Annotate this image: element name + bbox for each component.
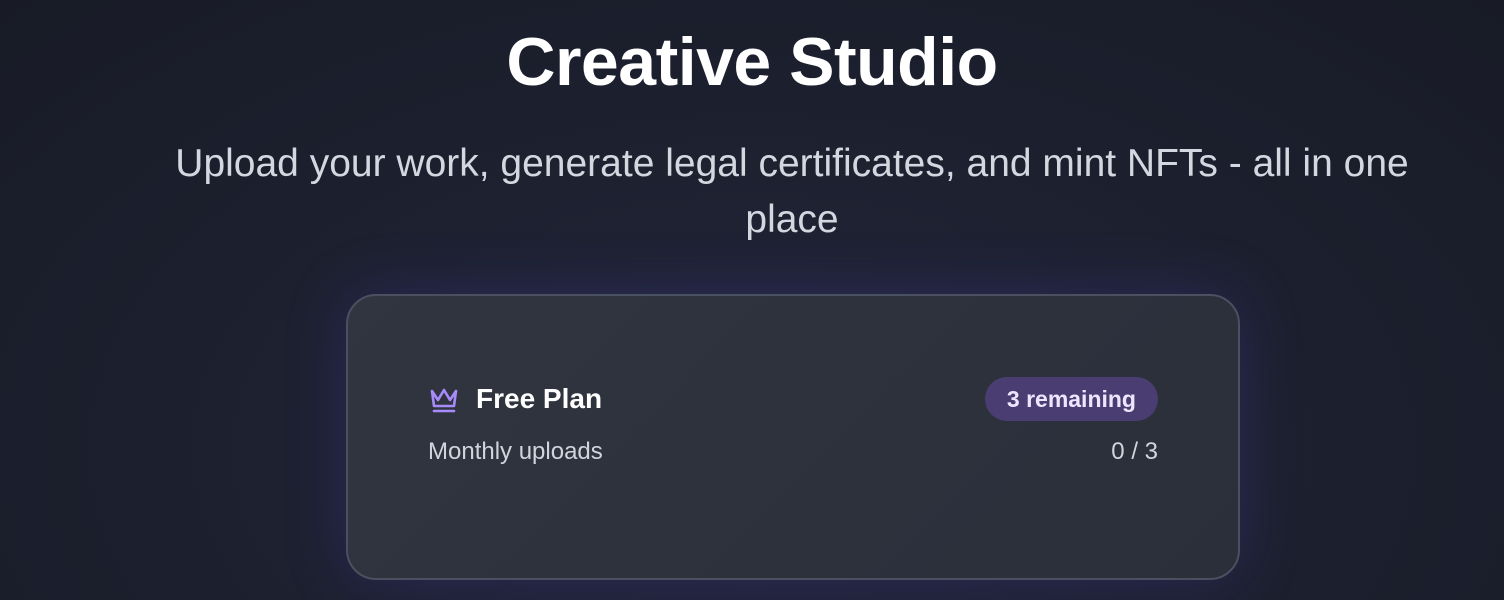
- plan-header: Free Plan 3 remaining: [428, 376, 1158, 422]
- plan-card: Free Plan 3 remaining Monthly uploads 0 …: [346, 294, 1240, 580]
- remaining-badge: 3 remaining: [984, 377, 1158, 421]
- usage-label: Monthly uploads: [428, 438, 603, 465]
- plan-name-group: Free Plan: [428, 383, 602, 415]
- plan-name: Free Plan: [476, 383, 603, 414]
- page-title: Creative Studio: [506, 24, 998, 100]
- crown-icon: [428, 383, 460, 415]
- usage-count: 0 / 3: [1111, 438, 1158, 465]
- usage-row: Monthly uploads 0 / 3: [428, 436, 1158, 468]
- page-subtitle: Upload your work, generate legal certifi…: [175, 142, 1409, 241]
